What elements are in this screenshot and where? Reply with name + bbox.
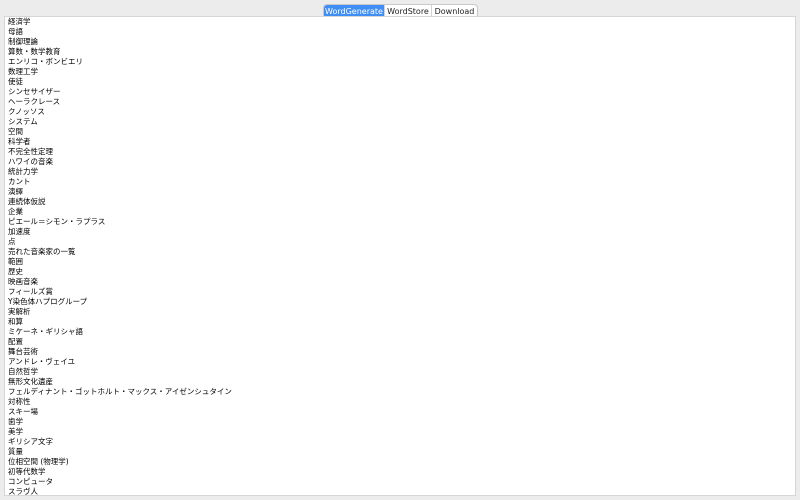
list-item[interactable]: 点 [8, 237, 795, 247]
list-item[interactable]: フェルディナント・ゴットホルト・マックス・アイゼンシュタイン [8, 387, 795, 397]
list-item[interactable]: 企業 [8, 207, 795, 217]
list-item[interactable]: 舞台芸術 [8, 347, 795, 357]
list-item[interactable]: シンセサイザー [8, 87, 795, 97]
list-item[interactable]: カント [8, 177, 795, 187]
list-item[interactable]: 売れた音楽家の一覧 [8, 247, 795, 257]
list-item[interactable]: 不完全性定理 [8, 147, 795, 157]
list-item[interactable]: エンリコ・ボンビエリ [8, 57, 795, 67]
list-item[interactable]: 連続体仮説 [8, 197, 795, 207]
list-item[interactable]: 制御理論 [8, 37, 795, 47]
list-item[interactable]: 算数・数学教育 [8, 47, 795, 57]
list-item[interactable]: ハワイの音楽 [8, 157, 795, 167]
list-item[interactable]: スキー場 [8, 407, 795, 417]
list-item[interactable]: 統計力学 [8, 167, 795, 177]
word-list: 経済学 母語 制御理論 算数・数学教育 エンリコ・ボンビエリ 数理工学 使徒 シンセサイザーヘ… [5, 17, 795, 495]
list-item[interactable]: 和算 [8, 317, 795, 327]
list-item[interactable]: ミケーネ・ギリシャ語 [8, 327, 795, 337]
list-item[interactable]: Y染色体ハプログループ [8, 297, 795, 307]
list-item[interactable]: 歯学 [8, 417, 795, 427]
list-item[interactable]: 演繹 [8, 187, 795, 197]
list-item[interactable]: アンドレ・ヴェイユ [8, 357, 795, 367]
list-item[interactable]: 位相空間 (物理学) [8, 457, 795, 467]
list-item[interactable]: 初等代数学 [8, 467, 795, 477]
list-item[interactable]: 数理工学 [8, 67, 795, 77]
list-item[interactable]: システム [8, 117, 795, 127]
list-item[interactable]: 歴史 [8, 267, 795, 277]
list-item[interactable]: 質量 [8, 447, 795, 457]
list-item[interactable]: 無形文化遺産 [8, 377, 795, 387]
list-item[interactable]: 経済学 [8, 17, 795, 27]
list-item[interactable]: クノッソス [8, 107, 795, 117]
list-item[interactable]: 母語 [8, 27, 795, 37]
list-item[interactable]: 配置 [8, 337, 795, 347]
word-list-panel[interactable]: 経済学 母語 制御理論 算数・数学教育 エンリコ・ボンビエリ 数理工学 使徒 シンセサイザーヘ… [4, 16, 796, 496]
list-item[interactable]: ヘーラクレース [8, 97, 795, 107]
list-item[interactable]: 実解析 [8, 307, 795, 317]
list-item[interactable]: 対称性 [8, 397, 795, 407]
list-item[interactable]: 加速度 [8, 227, 795, 237]
list-item[interactable]: 空間 [8, 127, 795, 137]
list-item[interactable]: スラヴ人 [8, 487, 795, 495]
list-item[interactable]: フィールズ賞 [8, 287, 795, 297]
list-item[interactable]: ギリシア文字 [8, 437, 795, 447]
list-item[interactable]: 自然哲学 [8, 367, 795, 377]
list-item[interactable]: 使徒 [8, 77, 795, 87]
list-item[interactable]: 美学 [8, 427, 795, 437]
list-item[interactable]: 科学者 [8, 137, 795, 147]
list-item[interactable]: 映画音楽 [8, 277, 795, 287]
list-item[interactable]: ピエール＝シモン・ラプラス [8, 217, 795, 227]
list-item[interactable]: 範囲 [8, 257, 795, 267]
list-item[interactable]: コンピュータ [8, 477, 795, 487]
